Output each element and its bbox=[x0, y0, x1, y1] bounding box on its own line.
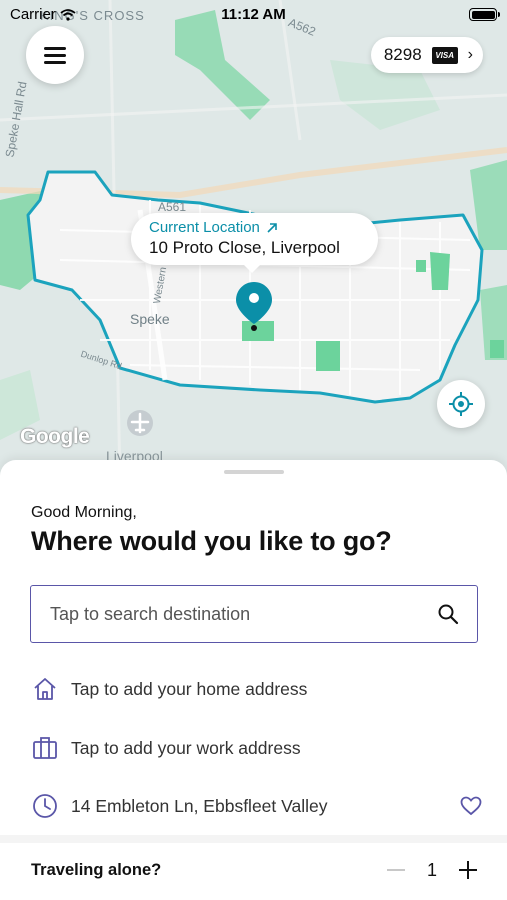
visa-icon: VISA bbox=[431, 46, 458, 64]
crosshair-icon bbox=[449, 392, 473, 416]
home-icon bbox=[31, 675, 59, 703]
greeting: Good Morning, bbox=[31, 504, 137, 521]
recenter-button[interactable] bbox=[437, 380, 485, 428]
chevron-right-icon: › bbox=[467, 46, 473, 63]
search-icon[interactable] bbox=[437, 603, 459, 625]
briefcase-icon bbox=[31, 734, 59, 762]
passenger-count: 1 bbox=[426, 859, 437, 880]
traveling-alone-label: Traveling alone? bbox=[31, 860, 162, 879]
add-home-address-label: Tap to add your home address bbox=[71, 678, 308, 699]
current-location-label: Current Location bbox=[149, 219, 260, 236]
clock-icon bbox=[31, 792, 59, 820]
arrow-up-right-icon bbox=[267, 222, 277, 233]
search-box[interactable] bbox=[30, 585, 478, 643]
add-work-address-row[interactable]: Tap to add your work address bbox=[31, 728, 483, 768]
section-divider bbox=[0, 835, 507, 843]
current-location-label-row: Current Location bbox=[149, 219, 360, 236]
search-input[interactable] bbox=[50, 603, 410, 625]
add-work-address-label: Tap to add your work address bbox=[71, 737, 301, 758]
location-pin-icon bbox=[236, 282, 272, 331]
add-home-address-row[interactable]: Tap to add your home address bbox=[31, 669, 483, 709]
sheet-drag-handle[interactable] bbox=[224, 470, 284, 474]
recent-address-row[interactable]: 14 Embleton Ln, Ebbsfleet Valley bbox=[31, 786, 483, 826]
map-view[interactable]: KING'S CROSS A562 Speke Hall Rd A561 Spe… bbox=[0, 0, 507, 480]
battery-icon bbox=[469, 8, 500, 21]
google-logo: Google bbox=[20, 425, 90, 448]
passenger-stepper: 1 bbox=[386, 859, 477, 881]
recent-address-label: 14 Embleton Ln, Ebbsfleet Valley bbox=[71, 795, 328, 816]
menu-button[interactable] bbox=[26, 26, 84, 84]
increment-button[interactable] bbox=[459, 861, 477, 879]
map-label-a561: A561 bbox=[158, 200, 187, 214]
status-bar: Carrier 11:12 AM bbox=[0, 0, 507, 30]
current-location-callout[interactable]: Current Location 10 Proto Close, Liverpo… bbox=[131, 213, 378, 273]
decrement-button[interactable] bbox=[386, 869, 405, 871]
payment-method-button[interactable]: 8298 VISA › bbox=[370, 37, 483, 73]
card-number: 8298 bbox=[383, 45, 422, 64]
current-location-address: 10 Proto Close, Liverpool bbox=[149, 238, 340, 257]
traveling-alone-row: Traveling alone? 1 bbox=[31, 852, 477, 888]
hamburger-icon bbox=[44, 47, 66, 64]
status-time: 11:12 AM bbox=[221, 6, 286, 23]
heart-icon[interactable] bbox=[459, 794, 483, 818]
bottom-sheet: Good Morning, Where would you like to go… bbox=[0, 460, 507, 900]
map-label-speke: Speke bbox=[130, 311, 170, 327]
page-title: Where would you like to go? bbox=[31, 526, 392, 556]
